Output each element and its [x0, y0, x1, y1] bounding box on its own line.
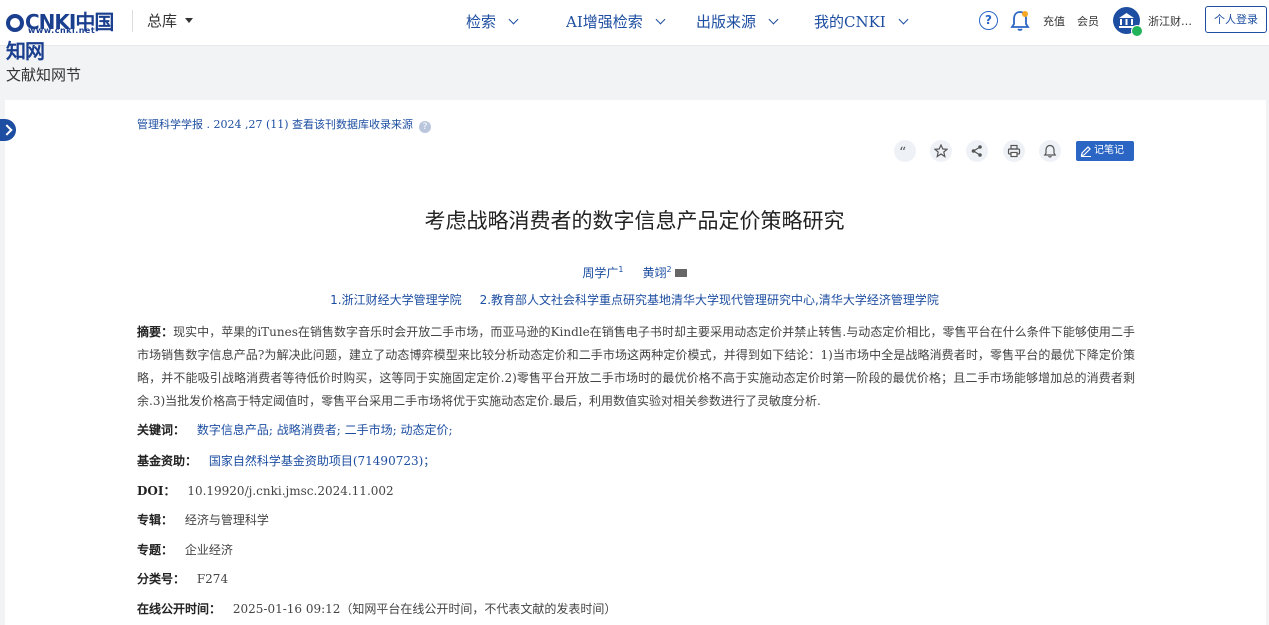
cnki-logo[interactable]: CNKI中国知网 www.cnki.net	[6, 6, 118, 63]
album-row: 专辑： 经济与管理科学	[137, 511, 269, 528]
nav-search[interactable]: 检索	[466, 11, 519, 32]
topic-value: 企业经济	[184, 543, 233, 557]
keyword-link[interactable]: 二手市场;	[345, 423, 397, 437]
author-name: 周学广	[582, 266, 619, 280]
cite-button[interactable]: “	[894, 140, 916, 162]
doi-value: 10.19920/j.cnki.jmsc.2024.11.002	[187, 484, 394, 498]
classification-value: F274	[196, 572, 229, 586]
subscribe-button[interactable]	[1039, 140, 1061, 162]
online-date-label: 在线公开时间：	[137, 602, 222, 616]
member-link[interactable]: 会员	[1077, 13, 1099, 29]
help-icon[interactable]: ?	[419, 121, 432, 133]
verified-check-icon	[1131, 25, 1143, 37]
keyword-link[interactable]: 数字信息产品;	[197, 423, 273, 437]
nav-label: AI增强检索	[566, 13, 643, 31]
database-selector[interactable]: 总库	[147, 10, 194, 31]
globe-icon	[6, 14, 24, 32]
nav-publication-source[interactable]: 出版来源	[696, 11, 779, 32]
star-icon	[934, 144, 948, 158]
nav-label: 出版来源	[696, 13, 757, 31]
nav-ai-search[interactable]: AI增强检索	[566, 11, 666, 32]
abstract-text: 现实中，苹果的iTunes在销售数字音乐时会开放二手市场，而亚马逊的Kindle…	[137, 325, 1135, 408]
album-value: 经济与管理科学	[184, 513, 269, 527]
notification-bell-icon[interactable]	[1010, 10, 1030, 32]
section-title: 文献知网节	[6, 66, 82, 84]
article-title: 考虑战略消费者的数字信息产品定价策略研究	[424, 209, 845, 233]
help-icon[interactable]: ?	[979, 11, 998, 30]
keywords-row: 关键词： 数字信息产品; 战略消费者; 二手市场; 动态定价;	[137, 421, 453, 438]
nav-label: 我的CNKI	[814, 13, 886, 31]
author-name: 黄翊	[642, 266, 667, 280]
topic-label: 专题：	[137, 543, 174, 557]
favorite-button[interactable]	[930, 140, 952, 162]
affiliation-link[interactable]: 1.浙江财经大学管理学院	[330, 293, 461, 307]
chevron-down-icon	[655, 14, 666, 25]
online-date-value: 2025-01-16 09:12（知网平台在线公开时间，不代表文献的发表时间）	[232, 602, 617, 616]
pencil-icon	[1080, 146, 1091, 157]
quote-icon: “	[899, 145, 906, 158]
chevron-down-icon	[508, 14, 519, 25]
fund-link[interactable]: 国家自然科学基金资助项目(71490723)；	[209, 454, 435, 468]
journal-source-text: 管理科学学报 . 2024 ,27 (11) 查看该刊数据库收录来源	[137, 118, 414, 131]
author-affiliation-index: 1	[618, 265, 624, 274]
take-note-label: 记笔记	[1094, 145, 1124, 156]
affiliation-list: 1.浙江财经大学管理学院 2.教育部人文社会科学重点研究基地清华大学现代管理研究中…	[0, 291, 1269, 308]
print-button[interactable]	[1003, 140, 1025, 162]
share-button[interactable]	[966, 140, 988, 162]
caret-down-icon	[185, 18, 194, 23]
abstract-label: 摘要：	[137, 325, 174, 339]
album-label: 专辑：	[137, 513, 174, 527]
keywords-label: 关键词：	[137, 423, 186, 437]
author-affiliation-index: 2	[666, 265, 672, 274]
logo-url: www.cnki.net	[28, 26, 96, 35]
fund-label: 基金资助：	[137, 454, 198, 468]
keyword-link[interactable]: 动态定价;	[400, 423, 452, 437]
journal-source-line[interactable]: 管理科学学报 . 2024 ,27 (11) 查看该刊数据库收录来源?	[137, 116, 432, 133]
institution-avatar[interactable]	[1113, 7, 1143, 37]
fund-row: 基金资助： 国家自然科学基金资助项目(71490723)；	[137, 452, 435, 469]
recharge-link[interactable]: 充值	[1043, 13, 1065, 29]
author-link[interactable]: 周学广1	[582, 265, 624, 280]
chevron-down-icon	[768, 14, 779, 25]
mail-icon[interactable]	[674, 269, 687, 277]
classification-row: 分类号： F274	[137, 570, 228, 587]
divider	[132, 10, 133, 32]
share-icon	[971, 145, 982, 157]
take-note-button[interactable]: 记笔记	[1076, 141, 1134, 161]
top-nav-bar: CNKI中国知网 www.cnki.net 总库 检索 AI增强检索 出版来源 …	[0, 0, 1269, 63]
classification-label: 分类号：	[137, 572, 186, 586]
doi-label: DOI：	[137, 484, 176, 498]
print-icon	[1007, 144, 1021, 158]
topic-row: 专题： 企业经济	[137, 541, 233, 558]
nav-label: 检索	[466, 13, 497, 31]
bell-icon	[1043, 144, 1057, 158]
chevron-down-icon	[898, 14, 909, 25]
affiliation-link[interactable]: 2.教育部人文社会科学重点研究基地清华大学现代管理研究中心,清华大学经济管理学院	[480, 293, 939, 307]
nav-my-cnki[interactable]: 我的CNKI	[814, 11, 909, 32]
database-selector-label: 总库	[147, 12, 178, 30]
abstract: 摘要：现实中，苹果的iTunes在销售数字音乐时会开放二手市场，而亚马逊的Kin…	[137, 321, 1135, 413]
keyword-link[interactable]: 战略消费者;	[277, 423, 341, 437]
personal-login-button[interactable]: 个人登录	[1205, 6, 1267, 33]
author-list: 周学广1 黄翊2	[0, 264, 1269, 281]
svg-text:“: “	[899, 145, 906, 158]
online-date-row: 在线公开时间： 2025-01-16 09:12（知网平台在线公开时间，不代表文…	[137, 600, 616, 617]
author-link[interactable]: 黄翊2	[642, 265, 672, 280]
doi-row: DOI： 10.19920/j.cnki.jmsc.2024.11.002	[137, 482, 394, 499]
institution-name[interactable]: 浙江财…	[1148, 13, 1192, 29]
